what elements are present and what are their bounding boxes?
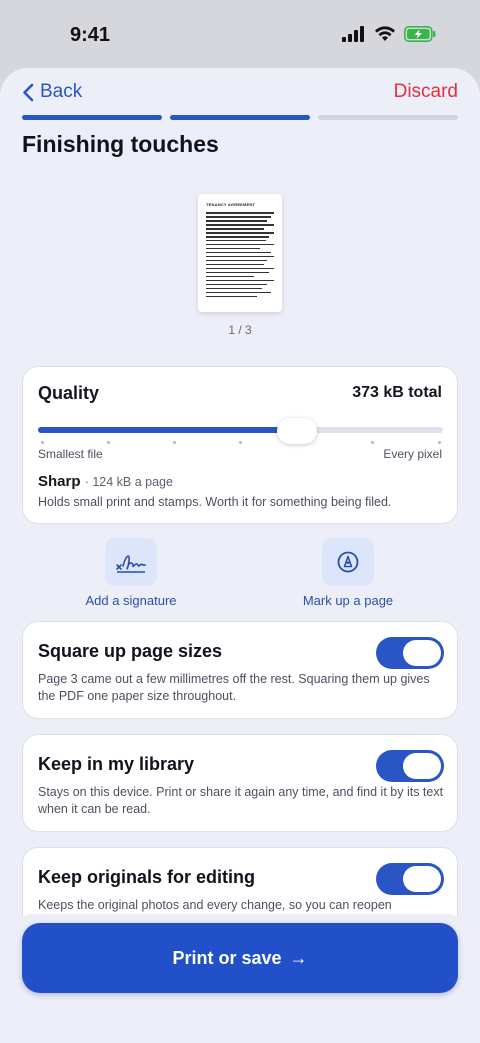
keep-originals-description: Keeps the original photos and every chan…	[38, 898, 392, 912]
arrow-right-icon: →	[289, 947, 308, 968]
finishing-sheet: Back Discard Finishing touches TENANCY A…	[0, 68, 480, 1043]
markup-page-button[interactable]: Mark up a page	[268, 538, 428, 608]
thumbnail-line	[206, 267, 274, 270]
quality-level: Sharp · 124 kB a page	[38, 473, 173, 490]
thumbnail-line	[206, 235, 269, 238]
slider-thumb[interactable]	[277, 418, 318, 444]
thumbnail-line	[206, 263, 265, 266]
square-page-sizes-title: Square up page sizes	[38, 641, 223, 661]
print-or-save-label: Print or save	[172, 947, 282, 968]
square-page-sizes-description: Page 3 came out a few millimetres off th…	[38, 672, 430, 703]
thumbnail-line	[206, 259, 268, 262]
page-thumbnail[interactable]: TENANCY AGREEMENT	[198, 194, 282, 312]
step-progress	[22, 115, 458, 120]
signature-icon	[116, 555, 146, 573]
status-icons	[342, 26, 436, 42]
square-page-sizes-toggle[interactable]	[376, 637, 444, 669]
toggle-knob	[403, 640, 441, 666]
keep-in-library-card: Keep in my library Stays on this device.…	[22, 734, 458, 832]
status-bar: 9:41	[0, 0, 480, 68]
wifi-icon	[375, 26, 395, 41]
chevron-left-icon	[23, 83, 34, 101]
thumbnail-line	[206, 243, 274, 246]
thumbnail-line	[206, 212, 274, 214]
page-indicator: 1 / 3	[228, 323, 252, 337]
thumbnail-line	[206, 219, 268, 222]
square-page-sizes-card: Square up page sizes Page 3 came out a f…	[22, 621, 458, 719]
quality-level-description: Holds small print and stamps. Worth it f…	[38, 495, 392, 509]
progress-step	[318, 115, 458, 120]
add-signature-label: Add a signature	[85, 593, 177, 608]
thumbnail-line	[206, 271, 270, 274]
thumbnail-line	[206, 227, 264, 230]
progress-step	[22, 115, 162, 120]
thumbnail-line	[206, 291, 271, 294]
thumbnail-line	[206, 239, 266, 242]
bottom-action-bar: Print or save →	[13, 914, 467, 1000]
slider-stop	[371, 441, 375, 444]
thumbnail-line	[206, 247, 261, 250]
thumbnail-line	[206, 283, 268, 286]
slider-fill	[38, 427, 298, 433]
thumbnail-line	[206, 215, 271, 218]
markup-pen-icon	[337, 551, 359, 573]
markup-page-label: Mark up a page	[302, 593, 394, 608]
thumbnail-line	[206, 255, 274, 258]
quality-level-name: Sharp	[38, 473, 81, 490]
print-or-save-button[interactable]: Print or save →	[22, 923, 458, 993]
slider-stop	[172, 441, 176, 444]
battery-charging-icon	[404, 26, 436, 42]
cellular-signal-icon	[342, 26, 364, 42]
thumbnail-line	[206, 287, 262, 290]
back-label: Back	[40, 81, 83, 102]
quality-min-label: Smallest file	[38, 447, 103, 461]
toggle-knob	[403, 866, 441, 892]
add-signature-button[interactable]: Add a signature	[51, 538, 211, 608]
slider-stop	[40, 441, 44, 444]
thumbnail-line	[206, 231, 274, 234]
keep-in-library-description: Stays on this device. Print or share it …	[38, 785, 444, 816]
keep-in-library-title: Keep in my library	[38, 754, 195, 774]
thumbnail-line	[206, 275, 254, 278]
thumbnail-doc-title: TENANCY AGREEMENT	[206, 202, 256, 207]
keep-originals-toggle[interactable]	[376, 863, 444, 895]
page-title: Finishing touches	[22, 131, 219, 157]
thumbnail-line	[206, 295, 257, 298]
signature-icon-tile	[105, 538, 157, 586]
keep-in-library-toggle[interactable]	[376, 750, 444, 782]
quality-title: Quality	[38, 383, 100, 403]
thumbnail-line	[206, 223, 274, 226]
slider-stop	[239, 441, 242, 444]
toggle-knob	[403, 753, 441, 779]
status-time: 9:41	[70, 24, 111, 46]
quality-level-size: · 124 kB a page	[84, 475, 173, 489]
progress-step	[170, 115, 310, 120]
thumbnail-line	[206, 251, 271, 254]
page-preview[interactable]: TENANCY AGREEMENT 1 / 3	[198, 194, 282, 337]
slider-stop	[106, 441, 110, 444]
quality-total-size: 373 kB total	[352, 384, 442, 401]
keep-originals-title: Keep originals for editing	[38, 867, 256, 887]
discard-button[interactable]: Discard	[394, 81, 458, 103]
thumbnail-line	[206, 279, 274, 282]
quality-max-label: Every pixel	[383, 447, 442, 461]
markup-icon-tile	[322, 538, 374, 586]
thumbnail-text-lines	[206, 212, 274, 298]
slider-stop	[437, 441, 441, 444]
back-button[interactable]: Back	[22, 81, 82, 103]
quality-card: Quality 373 kB total Smallest file Every…	[22, 366, 458, 524]
